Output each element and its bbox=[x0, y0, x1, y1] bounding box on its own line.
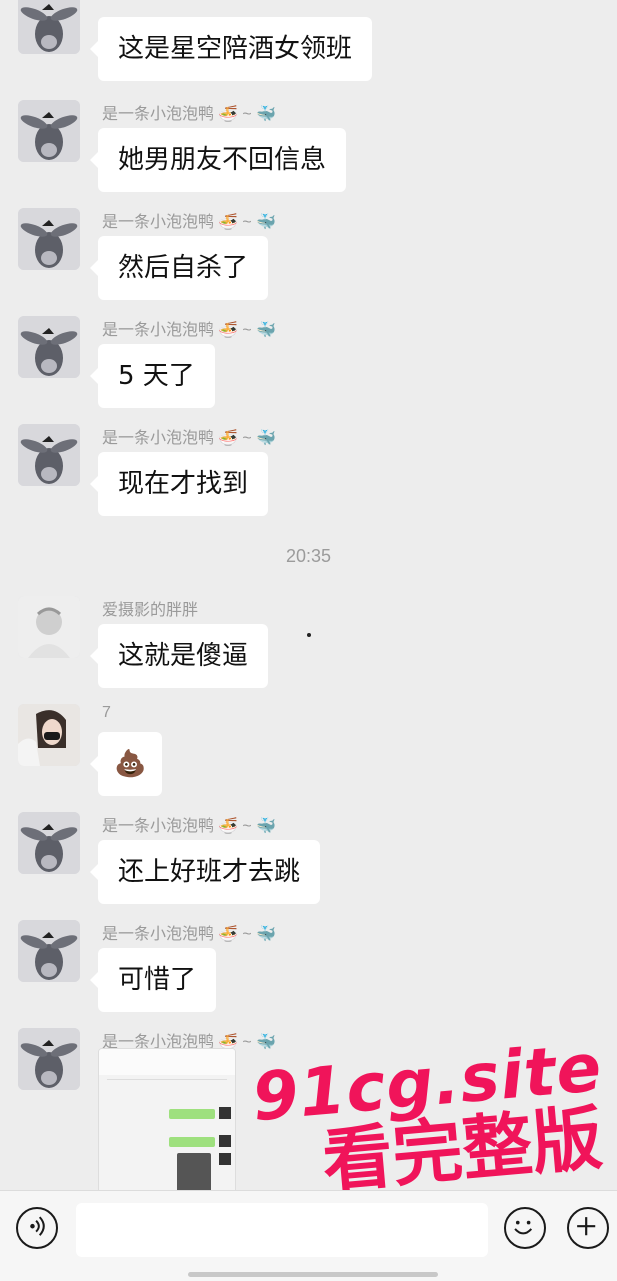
donkey-avatar[interactable] bbox=[18, 100, 80, 162]
message-row: 是一条小泡泡鸭 🍜 ~ 🐳 现在才找到 bbox=[18, 424, 598, 519]
message-bubble[interactable]: 5 天了 bbox=[90, 344, 215, 408]
message-row: 是一条小泡泡鸭 🍜 ~ 🐳 bbox=[18, 1028, 598, 1190]
sender-name: 是一条小泡泡鸭 🍜 ~ 🐳 bbox=[102, 100, 276, 124]
sender-name: 是一条小泡泡鸭 🍜 ~ 🐳 bbox=[102, 316, 276, 340]
message-row: 是一条小泡泡鸭 🍜 ~ 🐳 还上好班才去跳 bbox=[18, 812, 598, 907]
sender-name: 爱摄影的胖胖 bbox=[102, 602, 199, 619]
sender-tilde: ~ bbox=[242, 106, 252, 123]
sender-name: 是一条小泡泡鸭 🍜 ~ 🐳 bbox=[102, 208, 276, 232]
sender-name-text: 是一条小泡泡鸭 bbox=[102, 926, 215, 943]
message-row: 爱摄影的胖胖 这就是傻逼 bbox=[18, 596, 598, 691]
donkey-avatar[interactable] bbox=[18, 208, 80, 270]
donkey-avatar[interactable] bbox=[18, 316, 80, 378]
message-bubble[interactable]: 还上好班才去跳 bbox=[89, 840, 321, 904]
sender-name: 是一条小泡泡鸭 🍜 ~ 🐳 bbox=[102, 424, 276, 448]
emoji-icon bbox=[514, 1220, 533, 1235]
message-input[interactable] bbox=[76, 1203, 488, 1257]
sender-name-text: 是一条小泡泡鸭 bbox=[102, 322, 215, 339]
message-row: 是一条小泡泡鸭 🍜 ~ 🐳 然后自杀了 bbox=[18, 208, 598, 303]
sender-emoji-decoration: 🍜 ~ 🐳 bbox=[218, 214, 277, 231]
plus-button[interactable] bbox=[567, 1207, 609, 1249]
message-bubble[interactable]: 可惜了 bbox=[89, 948, 217, 1012]
sender-name-text: 是一条小泡泡鸭 bbox=[102, 818, 215, 835]
donkey-avatar[interactable] bbox=[18, 0, 80, 54]
donkey-avatar[interactable] bbox=[18, 812, 80, 874]
donkey-avatar[interactable] bbox=[18, 424, 80, 486]
sender-name: 7 bbox=[102, 704, 111, 721]
message-bubble[interactable]: 这是星空陪酒女领班 bbox=[89, 17, 373, 81]
voice-button[interactable] bbox=[16, 1207, 58, 1249]
sender-name-text: 是一条小泡泡鸭 bbox=[102, 106, 215, 123]
sender-tilde: ~ bbox=[242, 322, 252, 339]
sender-tilde: ~ bbox=[242, 214, 252, 231]
sender-emoji-decoration: 🍜 ~ 🐳 bbox=[218, 926, 277, 943]
sender-tilde: ~ bbox=[242, 1034, 252, 1051]
sender-name: 是一条小泡泡鸭 🍜 ~ 🐳 bbox=[102, 812, 276, 836]
plus-icon bbox=[577, 1217, 596, 1236]
sender-name: 是一条小泡泡鸭 🍜 ~ 🐳 bbox=[102, 920, 276, 944]
message-bubble[interactable]: 她男朋友不回信息 bbox=[89, 128, 347, 192]
emoji-button[interactable] bbox=[504, 1207, 546, 1249]
sender-tilde: ~ bbox=[242, 430, 252, 447]
chat-area[interactable]: 这是星空陪酒女领班 是一条小泡泡鸭 🍜 ~ 🐳 她男朋友不回信息 是一条小泡泡鸭 🍜… bbox=[0, 0, 617, 1190]
donkey-avatar[interactable] bbox=[18, 1028, 80, 1090]
sender-name-text: 是一条小泡泡鸭 bbox=[102, 214, 215, 231]
sender-emoji-decoration: 🍜 ~ 🐳 bbox=[218, 106, 277, 123]
message-bubble[interactable]: 💩 bbox=[89, 732, 163, 796]
donkey-avatar[interactable] bbox=[18, 920, 80, 982]
girl-avatar[interactable] bbox=[18, 704, 80, 766]
message-row: 7 💩 bbox=[18, 704, 598, 799]
message-bubble[interactable]: 然后自杀了 bbox=[89, 236, 269, 300]
message-row: 是一条小泡泡鸭 🍜 ~ 🐳 她男朋友不回信息 bbox=[18, 100, 598, 195]
sender-emoji-decoration: 🍜 ~ 🐳 bbox=[218, 322, 277, 339]
sender-emoji-decoration: 🍜 ~ 🐳 bbox=[218, 430, 277, 447]
message-row: 是一条小泡泡鸭 🍜 ~ 🐳 5 天了 bbox=[18, 316, 598, 411]
message-bubble[interactable]: 现在才找到 bbox=[89, 452, 269, 516]
message-bubble[interactable]: 这就是傻逼 bbox=[89, 624, 269, 688]
screenshot-image[interactable] bbox=[98, 1048, 236, 1190]
sender-name-text: 是一条小泡泡鸭 bbox=[102, 430, 215, 447]
message-row: 这是星空陪酒女领班 bbox=[18, 0, 598, 82]
timestamp: 20:35 bbox=[285, 546, 332, 566]
sender-tilde: ~ bbox=[242, 926, 252, 943]
sender-tilde: ~ bbox=[242, 818, 252, 835]
home-indicator bbox=[188, 1272, 438, 1277]
sender-emoji-decoration: 🍜 ~ 🐳 bbox=[218, 818, 277, 835]
input-bar bbox=[0, 1190, 617, 1281]
message-row: 是一条小泡泡鸭 🍜 ~ 🐳 可惜了 bbox=[18, 920, 598, 1015]
photo-avatar[interactable] bbox=[18, 596, 80, 658]
voice-icon bbox=[30, 1216, 45, 1236]
stray-dot bbox=[307, 633, 311, 637]
